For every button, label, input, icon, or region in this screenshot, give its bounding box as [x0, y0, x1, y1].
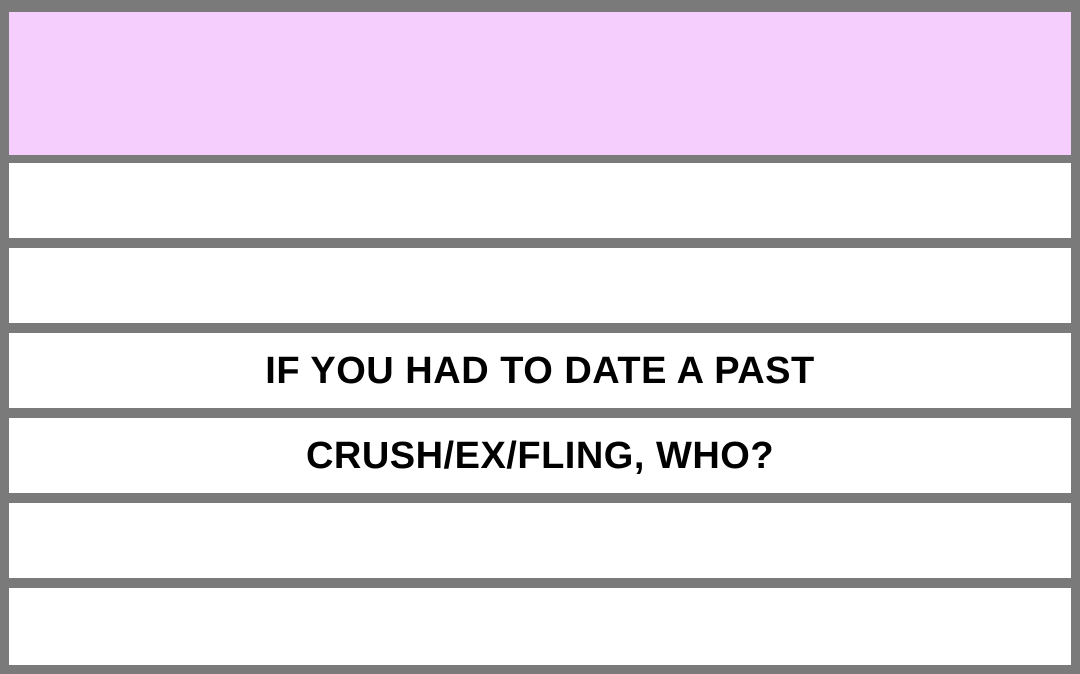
question-card: IF YOU HAD TO DATE A PAST CRUSH/EX/FLING… [0, 0, 1080, 674]
prompt-text-line-2: CRUSH/EX/FLING, WHO? [305, 434, 775, 477]
prompt-text-line-1: IF YOU HAD TO DATE A PAST [265, 349, 815, 392]
blank-line-3 [9, 503, 1071, 578]
blank-line-2 [9, 248, 1071, 323]
header-band [9, 12, 1071, 155]
prompt-line-2: CRUSH/EX/FLING, WHO? [9, 418, 1071, 493]
blank-line-4 [9, 588, 1071, 665]
prompt-line-1: IF YOU HAD TO DATE A PAST [9, 333, 1071, 408]
blank-line-1 [9, 163, 1071, 238]
